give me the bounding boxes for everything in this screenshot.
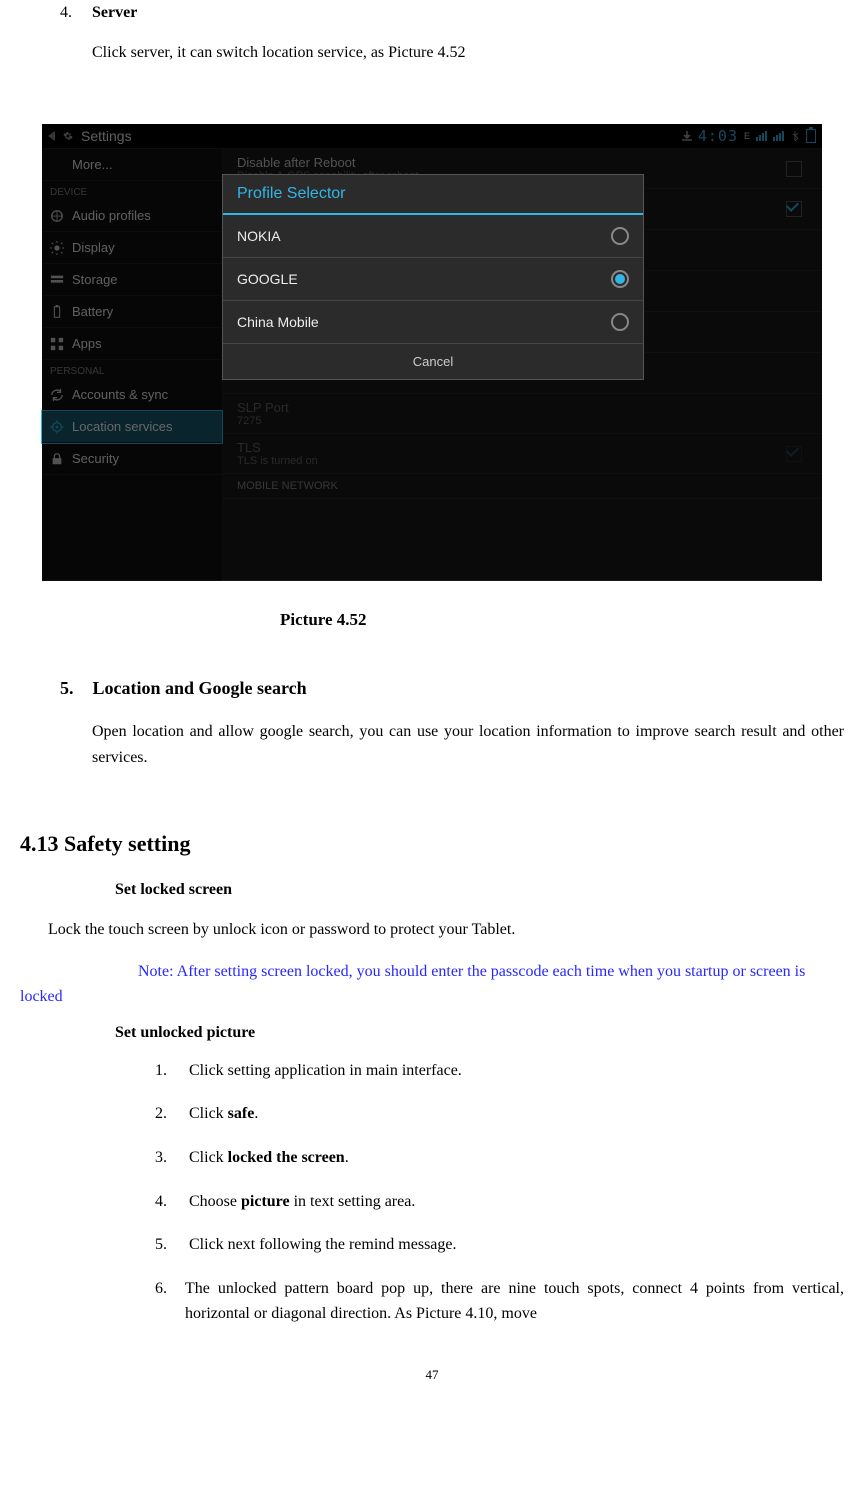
heading-413: 4.13 Safety setting <box>20 831 844 857</box>
note-blue: Note: After setting screen locked, you s… <box>20 959 844 1010</box>
dialog-option-google[interactable]: GOOGLE <box>223 258 643 301</box>
list-item-4: 4. Server <box>60 4 844 22</box>
step-3: 3. Click locked the screen. <box>155 1145 844 1171</box>
step-2: 2. Click safe. <box>155 1101 844 1127</box>
step-5: 5. Click next following the remind messa… <box>155 1232 844 1258</box>
sub-set-unlocked: Set unlocked picture <box>115 1024 844 1042</box>
steps-list: 1. Click setting application in main int… <box>155 1058 844 1327</box>
radio-selected-icon[interactable] <box>611 270 629 288</box>
dialog-option-nokia[interactable]: NOKIA <box>223 215 643 258</box>
dialog-option-chinamobile[interactable]: China Mobile <box>223 301 643 344</box>
profile-selector-dialog: Profile Selector NOKIA GOOGLE China Mobi… <box>222 174 644 380</box>
list-item-5: 5. Location and Google search <box>60 678 844 699</box>
list-title-location: Location and Google search <box>93 678 307 698</box>
list-num-4: 4. <box>60 4 88 22</box>
server-body: Click server, it can switch location ser… <box>92 42 844 64</box>
dialog-title: Profile Selector <box>223 175 643 215</box>
page-number: 47 <box>20 1367 844 1383</box>
dialog-cancel-button[interactable]: Cancel <box>223 344 643 379</box>
radio-icon[interactable] <box>611 227 629 245</box>
step-1: 1. Click setting application in main int… <box>155 1058 844 1084</box>
step-4: 4. Choose picture in text setting area. <box>155 1189 844 1215</box>
list-title-server: Server <box>92 4 137 21</box>
radio-icon[interactable] <box>611 313 629 331</box>
lock-line: Lock the touch screen by unlock icon or … <box>48 921 844 939</box>
screenshot-figure: Settings 4:03 E More... DEVICE Audio pro… <box>42 124 822 580</box>
figure-caption: Picture 4.52 <box>280 610 844 630</box>
location-body: Open location and allow google search, y… <box>92 719 844 770</box>
sub-set-locked: Set locked screen <box>115 881 844 899</box>
step-6: 6. The unlocked pattern board pop up, th… <box>155 1276 844 1327</box>
list-num-5: 5. <box>60 678 88 699</box>
